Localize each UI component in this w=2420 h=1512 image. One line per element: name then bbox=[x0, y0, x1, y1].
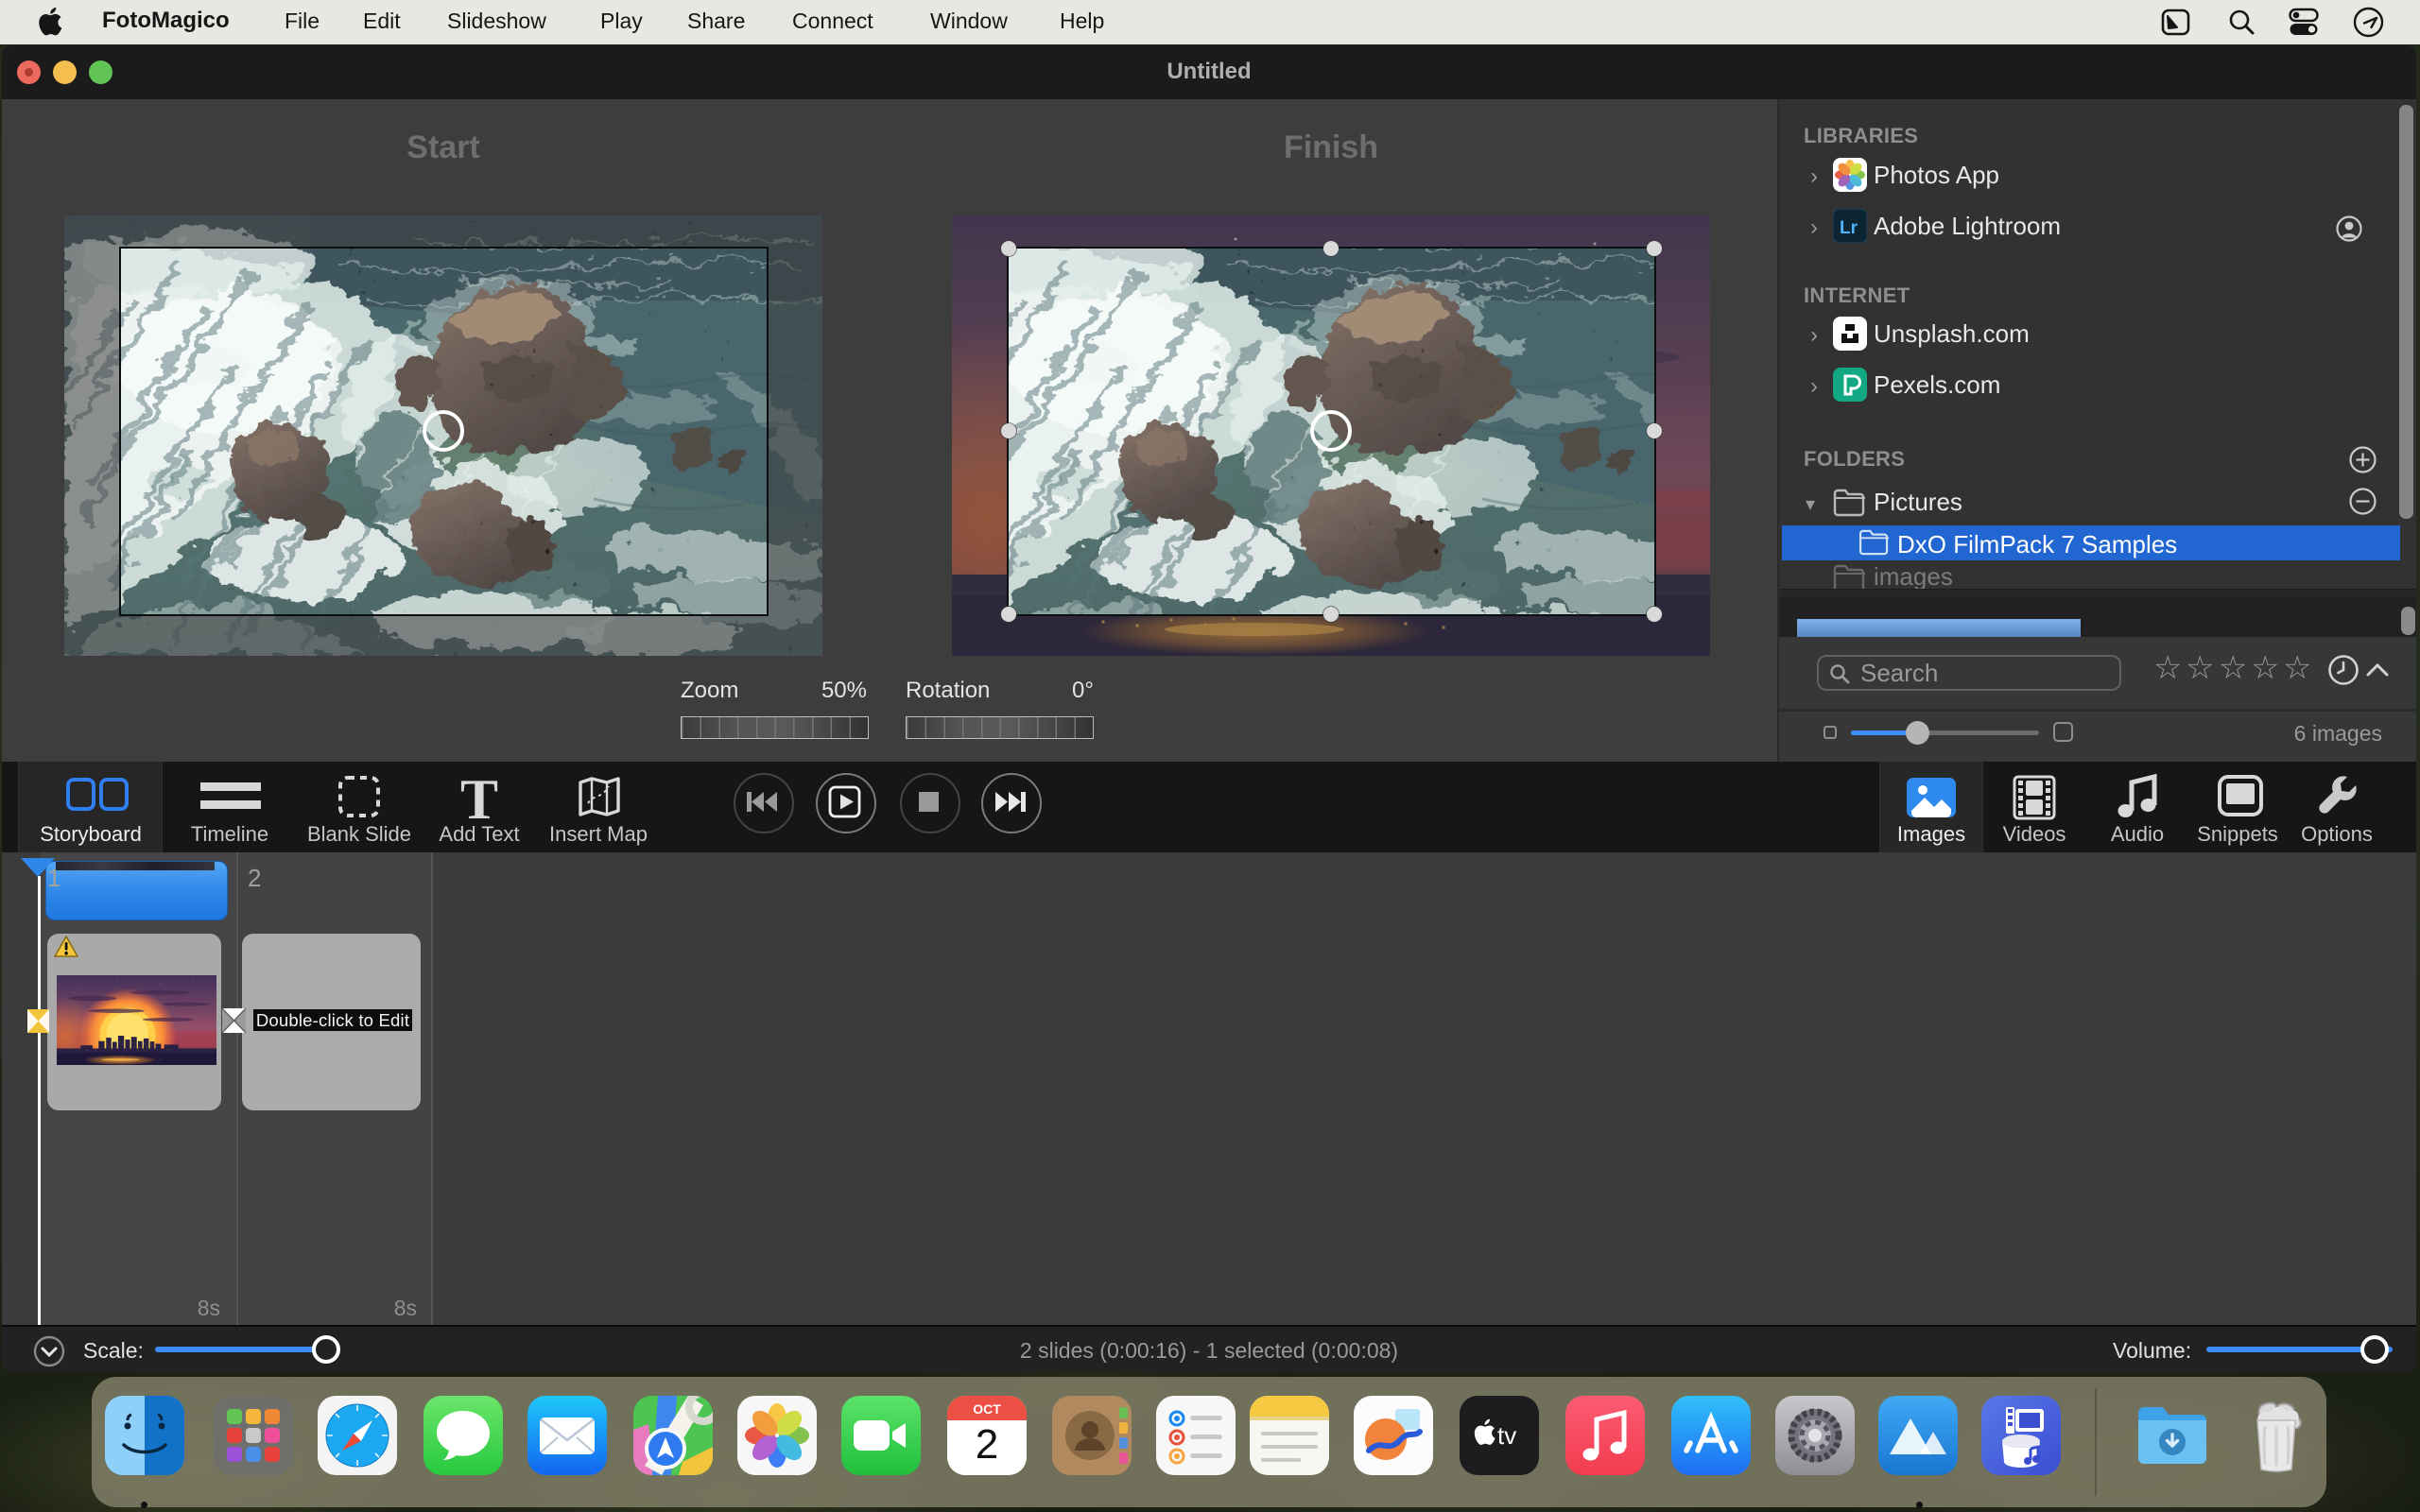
svg-text:Lr: Lr bbox=[1840, 218, 1858, 238]
svg-text:OCT: OCT bbox=[973, 1401, 1001, 1417]
svg-text:tv: tv bbox=[1497, 1421, 1516, 1450]
svg-text:2: 2 bbox=[976, 1421, 998, 1468]
